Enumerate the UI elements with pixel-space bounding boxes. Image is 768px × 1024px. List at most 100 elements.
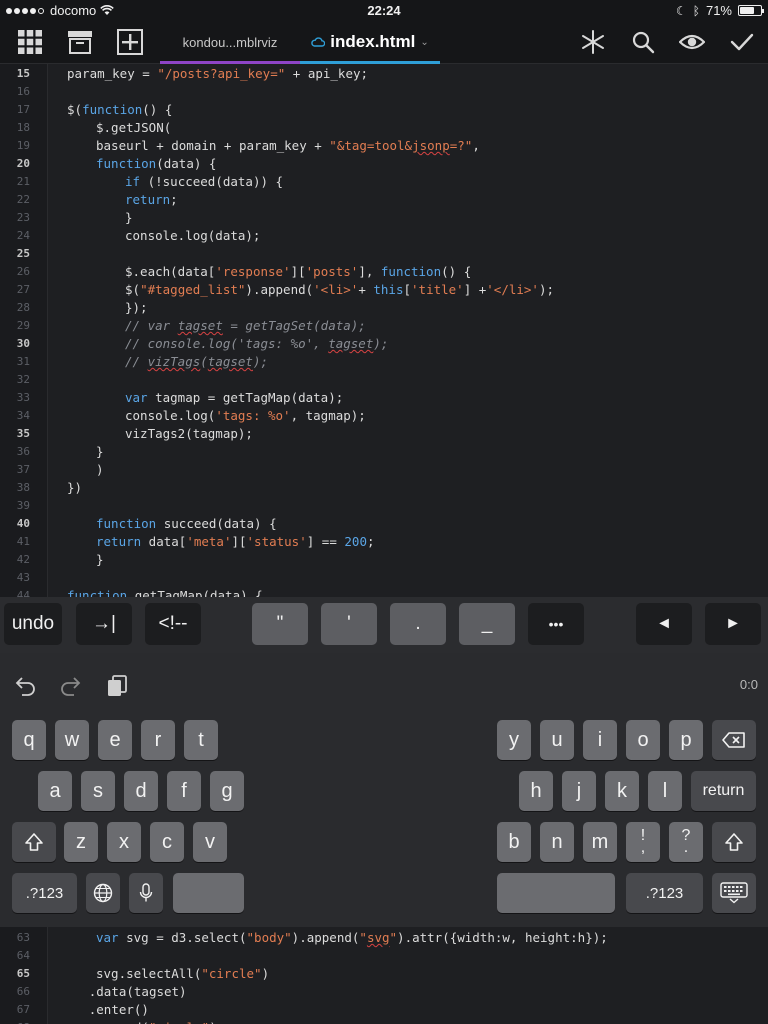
key-x[interactable]: x bbox=[107, 822, 141, 862]
code-line[interactable]: 22 return; bbox=[0, 191, 768, 209]
code-line[interactable]: 21 if (!succeed(data)) { bbox=[0, 173, 768, 191]
dictation-key[interactable] bbox=[129, 873, 163, 913]
key-p[interactable]: p bbox=[669, 720, 703, 760]
code-line[interactable]: 68 .append("circle") bbox=[0, 1019, 768, 1024]
key-y[interactable]: y bbox=[497, 720, 531, 760]
code-editor-bottom[interactable]: 63 var svg = d3.select("body").append("sv… bbox=[0, 927, 768, 1024]
code-line[interactable]: 30 // console.log('tags: %o', tagset); bbox=[0, 335, 768, 353]
key-z[interactable]: z bbox=[64, 822, 98, 862]
single-quote-key[interactable]: ' bbox=[321, 603, 377, 645]
key-l[interactable]: l bbox=[648, 771, 682, 811]
key-d[interactable]: d bbox=[124, 771, 158, 811]
code-line[interactable]: 24 console.log(data); bbox=[0, 227, 768, 245]
code-line[interactable]: 17 $(function() { bbox=[0, 101, 768, 119]
search-icon[interactable] bbox=[630, 29, 656, 55]
code-line[interactable]: 18 $.getJSON( bbox=[0, 119, 768, 137]
shift-left-key[interactable] bbox=[12, 822, 56, 862]
key-question-period[interactable]: ?. bbox=[669, 822, 703, 862]
sparkle-icon[interactable] bbox=[580, 29, 606, 55]
key-f[interactable]: f bbox=[167, 771, 201, 811]
paste-icon[interactable] bbox=[104, 673, 130, 699]
plus-icon[interactable] bbox=[117, 29, 143, 55]
code-line[interactable]: 43 bbox=[0, 569, 768, 587]
code-line[interactable]: 16 bbox=[0, 83, 768, 101]
code-line[interactable]: 38}) bbox=[0, 479, 768, 497]
key-o[interactable]: o bbox=[626, 720, 660, 760]
space-right-key[interactable] bbox=[497, 873, 615, 913]
double-quote-key[interactable]: " bbox=[252, 603, 308, 645]
key-q[interactable]: q bbox=[12, 720, 46, 760]
code-line[interactable]: 40 function succeed(data) { bbox=[0, 515, 768, 533]
key-m[interactable]: m bbox=[583, 822, 617, 862]
code-line[interactable]: 19 baseurl + domain + param_key + "&tag=t… bbox=[0, 137, 768, 155]
key-v[interactable]: v bbox=[193, 822, 227, 862]
key-k[interactable]: k bbox=[605, 771, 639, 811]
undo-key[interactable]: undo bbox=[4, 603, 62, 645]
code-line[interactable]: 64 bbox=[0, 947, 768, 965]
code-line[interactable]: 20 function(data) { bbox=[0, 155, 768, 173]
code-line[interactable]: 65 svg.selectAll("circle") bbox=[0, 965, 768, 983]
shift-right-key[interactable] bbox=[712, 822, 756, 862]
numbers-right-key[interactable]: .?123 bbox=[626, 873, 703, 913]
key-j[interactable]: j bbox=[562, 771, 596, 811]
key-s[interactable]: s bbox=[81, 771, 115, 811]
space-left-key[interactable] bbox=[173, 873, 244, 913]
key-r[interactable]: r bbox=[141, 720, 175, 760]
key-u[interactable]: u bbox=[540, 720, 574, 760]
archive-icon[interactable] bbox=[67, 29, 93, 55]
code-line[interactable]: 39 bbox=[0, 497, 768, 515]
code-line[interactable]: 37) bbox=[0, 461, 768, 479]
period-key[interactable]: . bbox=[390, 603, 446, 645]
key-i[interactable]: i bbox=[583, 720, 617, 760]
key-a[interactable]: a bbox=[38, 771, 72, 811]
tab-project[interactable]: kondou...mblrviz bbox=[160, 20, 300, 64]
key-b[interactable]: b bbox=[497, 822, 531, 862]
key-h[interactable]: h bbox=[519, 771, 553, 811]
code-line[interactable]: 41 return data['meta']['status'] == 200; bbox=[0, 533, 768, 551]
underscore-key[interactable]: _ bbox=[459, 603, 515, 645]
key-e[interactable]: e bbox=[98, 720, 132, 760]
key-exclaim-comma[interactable]: !, bbox=[626, 822, 660, 862]
code-line[interactable]: 26 $.each(data['response']['posts'], func… bbox=[0, 263, 768, 281]
grid-icon[interactable] bbox=[17, 29, 43, 55]
code-line[interactable]: 23} bbox=[0, 209, 768, 227]
code-line[interactable]: 29 // var tagset = getTagSet(data); bbox=[0, 317, 768, 335]
code-line[interactable]: 67 .enter() bbox=[0, 1001, 768, 1019]
cursor-left-key[interactable]: ◄ bbox=[636, 603, 692, 645]
key-c[interactable]: c bbox=[150, 822, 184, 862]
code-line[interactable]: 34 console.log('tags: %o', tagmap); bbox=[0, 407, 768, 425]
code-line[interactable]: 28}); bbox=[0, 299, 768, 317]
key-w[interactable]: w bbox=[55, 720, 89, 760]
delete-key[interactable] bbox=[712, 720, 756, 760]
redo-arrow-icon[interactable] bbox=[58, 673, 84, 699]
key-t[interactable]: t bbox=[184, 720, 218, 760]
numbers-left-key[interactable]: .?123 bbox=[12, 873, 77, 913]
code-line[interactable]: 35 vizTags2(tagmap); bbox=[0, 425, 768, 443]
return-key[interactable]: return bbox=[691, 771, 756, 811]
code-editor[interactable]: 15 param_key = "/posts?api_key=" + api_ke… bbox=[0, 64, 768, 597]
code-line[interactable]: 15 param_key = "/posts?api_key=" + api_ke… bbox=[0, 65, 768, 83]
eye-icon[interactable] bbox=[679, 29, 705, 55]
cursor-right-key[interactable]: ► bbox=[705, 603, 761, 645]
globe-key[interactable] bbox=[86, 873, 120, 913]
more-key[interactable]: ••• bbox=[528, 603, 584, 645]
code-line[interactable]: 66 .data(tagset) bbox=[0, 983, 768, 1001]
checkmark-icon[interactable] bbox=[729, 29, 755, 55]
dismiss-keyboard-key[interactable] bbox=[712, 873, 756, 913]
tab-index-html[interactable]: index.html ⌄ bbox=[300, 20, 440, 64]
code-line[interactable]: 42} bbox=[0, 551, 768, 569]
chevron-down-icon[interactable]: ⌄ bbox=[420, 37, 428, 48]
html-comment-key[interactable]: <!-- bbox=[145, 603, 201, 645]
tab-indent-key[interactable]: →| bbox=[76, 603, 132, 645]
undo-arrow-icon[interactable] bbox=[12, 673, 38, 699]
code-line[interactable]: 44 function getTagMap(data) { bbox=[0, 587, 768, 597]
code-line[interactable]: 25 bbox=[0, 245, 768, 263]
code-line[interactable]: 36} bbox=[0, 443, 768, 461]
code-line[interactable]: 63 var svg = d3.select("body").append("sv… bbox=[0, 929, 768, 947]
key-n[interactable]: n bbox=[540, 822, 574, 862]
key-g[interactable]: g bbox=[210, 771, 244, 811]
code-line[interactable]: 33 var tagmap = getTagMap(data); bbox=[0, 389, 768, 407]
code-line[interactable]: 32 bbox=[0, 371, 768, 389]
code-line[interactable]: 31 // vizTags(tagset); bbox=[0, 353, 768, 371]
code-line[interactable]: 27 $("#tagged_list").append('<li>'+ this[… bbox=[0, 281, 768, 299]
